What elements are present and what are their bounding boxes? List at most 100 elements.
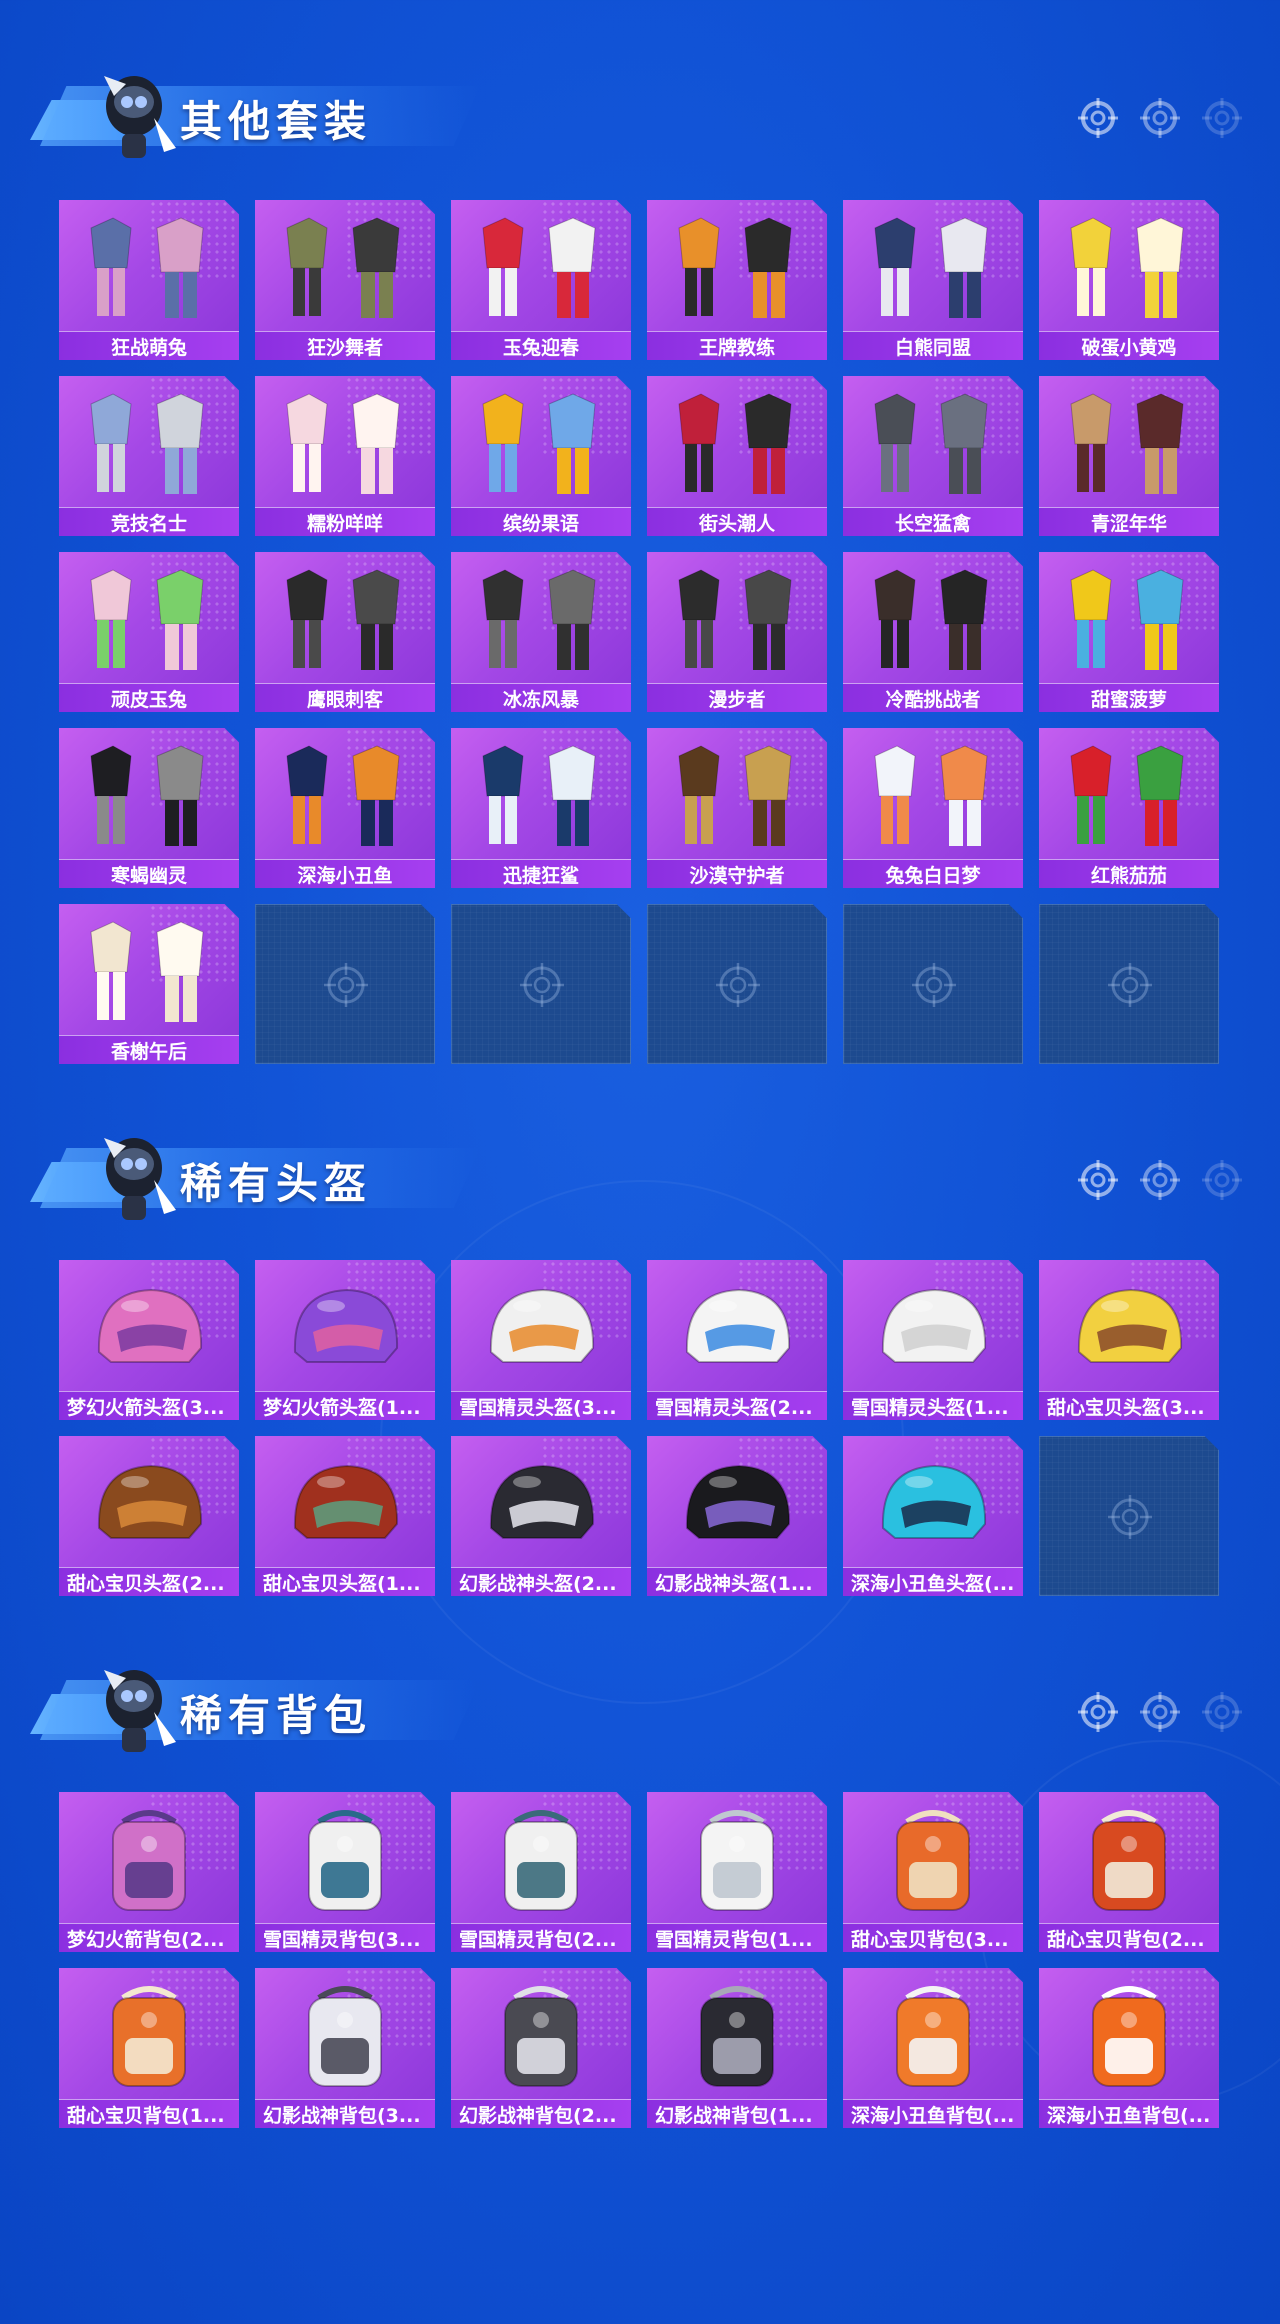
outfit-card[interactable]: 漫步者 [647,552,827,712]
label-bar: 雪国精灵头盔(2... [647,1391,827,1420]
outfit-card[interactable]: 玉兔迎春 [451,200,631,360]
outfit-icon [853,734,1013,858]
helmet-card[interactable]: 雪国精灵头盔(2... [647,1260,827,1420]
label-bar: 甜心宝贝头盔(1... [255,1567,435,1596]
item-label: 深海小丑鱼背包(... [1047,2104,1211,2127]
label-bar: 红熊茄茄 [1039,859,1219,888]
outfit-card[interactable]: 冰冻风暴 [451,552,631,712]
helmet-card[interactable]: 甜心宝贝头盔(1... [255,1436,435,1596]
backpack-card[interactable]: 幻影战神背包(3... [255,1968,435,2128]
outfit-card[interactable]: 狂战萌兔 [59,200,239,360]
backpack-card[interactable]: 雪国精灵背包(3... [255,1792,435,1952]
item-label: 街头潮人 [698,512,775,535]
crosshair-icon [1200,1158,1244,1202]
outfit-card[interactable]: 顽皮玉兔 [59,552,239,712]
item-label: 顽皮玉兔 [110,688,187,711]
outfit-icon [657,734,817,858]
outfit-card[interactable]: 沙漠守护者 [647,728,827,888]
label-bar: 香榭午后 [59,1035,239,1064]
label-bar: 幻影战神背包(3... [255,2099,435,2128]
outfit-card[interactable]: 迅捷狂鲨 [451,728,631,888]
crosshair-icon [320,959,372,1015]
outfit-card[interactable]: 破蛋小黄鸡 [1039,200,1219,360]
label-bar: 雪国精灵背包(1... [647,1923,827,1952]
backpack-card[interactable]: 甜心宝贝背包(2... [1039,1792,1219,1952]
helmet-card[interactable]: 梦幻火箭头盔(1... [255,1260,435,1420]
label-bar: 深海小丑鱼头盔(... [843,1567,1023,1596]
label-bar: 顽皮玉兔 [59,683,239,712]
item-label: 鹰眼刺客 [306,688,383,711]
outfit-card[interactable]: 兔兔白日梦 [843,728,1023,888]
item-label: 幻影战神背包(1... [655,2104,813,2127]
label-bar: 冰冻风暴 [451,683,631,712]
outfit-card[interactable]: 鹰眼刺客 [255,552,435,712]
outfit-card[interactable]: 狂沙舞者 [255,200,435,360]
label-bar: 破蛋小黄鸡 [1039,331,1219,360]
label-bar: 鹰眼刺客 [255,683,435,712]
backpack-card[interactable]: 甜心宝贝背包(3... [843,1792,1023,1952]
backpack-icon [657,1974,817,2098]
outfit-card[interactable]: 长空猛禽 [843,376,1023,536]
crosshair-icon [1104,1491,1156,1547]
mascot-icon [84,1118,180,1228]
item-label: 甜心宝贝背包(3... [851,1928,1009,1951]
helmet-card[interactable]: 幻影战神头盔(1... [647,1436,827,1596]
label-bar: 幻影战神背包(2... [451,2099,631,2128]
helmet-card[interactable]: 甜心宝贝头盔(3... [1039,1260,1219,1420]
label-bar: 雪国精灵头盔(3... [451,1391,631,1420]
outfit-card[interactable]: 王牌教练 [647,200,827,360]
backpack-grid: 梦幻火箭背包(2... 雪国精灵背包(3... 雪国精灵背包(2... 雪国精灵背包(… [59,1792,1221,2128]
outfit-icon [265,382,425,506]
outfit-icon [461,734,621,858]
outfit-card[interactable]: 缤纷果语 [451,376,631,536]
helmet-card[interactable]: 雪国精灵头盔(1... [843,1260,1023,1420]
helmet-icon [657,1266,817,1390]
outfit-icon [461,206,621,330]
outfit-icon [265,558,425,682]
backpack-icon [853,1798,1013,1922]
outfit-card[interactable]: 甜蜜菠萝 [1039,552,1219,712]
outfit-card[interactable]: 街头潮人 [647,376,827,536]
item-label: 幻影战神头盔(1... [655,1572,813,1595]
helmet-icon [461,1266,621,1390]
outfit-card[interactable]: 竞技名士 [59,376,239,536]
backpack-card[interactable]: 甜心宝贝背包(1... [59,1968,239,2128]
item-label: 糯粉咩咩 [306,512,383,535]
backpack-card[interactable]: 雪国精灵背包(2... [451,1792,631,1952]
outfit-card[interactable]: 深海小丑鱼 [255,728,435,888]
label-bar: 梦幻火箭头盔(1... [255,1391,435,1420]
outfit-card[interactable]: 香榭午后 [59,904,239,1064]
helmet-card[interactable]: 深海小丑鱼头盔(... [843,1436,1023,1596]
backpack-card[interactable]: 深海小丑鱼背包(... [843,1968,1023,2128]
backpack-card[interactable]: 幻影战神背包(2... [451,1968,631,2128]
outfit-card[interactable]: 青涩年华 [1039,376,1219,536]
item-label: 雪国精灵背包(2... [459,1928,617,1951]
backpack-icon [69,1974,229,2098]
outfit-card[interactable]: 糯粉咩咩 [255,376,435,536]
backpack-card[interactable]: 幻影战神背包(1... [647,1968,827,2128]
helmet-card[interactable]: 幻影战神头盔(2... [451,1436,631,1596]
crosshair-icon [1200,1690,1244,1734]
crosshair-icon [1076,96,1120,140]
backpack-card[interactable]: 深海小丑鱼背包(... [1039,1968,1219,2128]
section-header-helmets: 稀有头盔 [30,1118,1250,1228]
label-bar: 兔兔白日梦 [843,859,1023,888]
outfit-card[interactable]: 红熊茄茄 [1039,728,1219,888]
crosshair-icon [516,959,568,1015]
helmet-card[interactable]: 雪国精灵头盔(3... [451,1260,631,1420]
item-label: 竞技名士 [110,512,187,535]
helmet-card[interactable]: 梦幻火箭头盔(3... [59,1260,239,1420]
outfit-icon [461,382,621,506]
label-bar: 王牌教练 [647,331,827,360]
outfit-icon [69,910,229,1034]
outfit-card[interactable]: 白熊同盟 [843,200,1023,360]
backpack-card[interactable]: 梦幻火箭背包(2... [59,1792,239,1952]
helmet-card[interactable]: 甜心宝贝头盔(2... [59,1436,239,1596]
helmet-icon [1049,1266,1209,1390]
outfit-card[interactable]: 寒蝎幽灵 [59,728,239,888]
backpack-icon [657,1798,817,1922]
backpack-card[interactable]: 雪国精灵背包(1... [647,1792,827,1952]
header-icons [1076,96,1244,140]
helmet-icon [69,1266,229,1390]
outfit-card[interactable]: 冷酷挑战者 [843,552,1023,712]
